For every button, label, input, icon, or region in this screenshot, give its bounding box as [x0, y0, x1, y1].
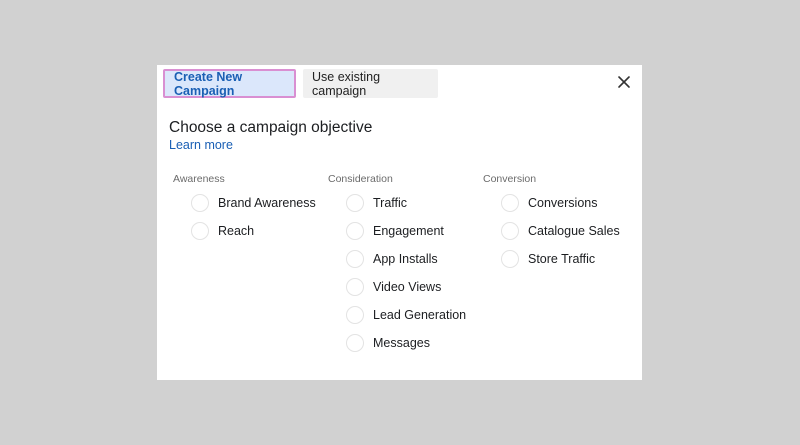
column-heading-consideration: Consideration: [328, 173, 393, 185]
column-conversion: Conversion Conversions Catalogue Sales S…: [480, 173, 620, 273]
option-label: Messages: [373, 336, 430, 350]
radio-button[interactable]: [501, 250, 519, 268]
radio-button[interactable]: [346, 278, 364, 296]
column-heading-awareness: Awareness: [173, 173, 225, 185]
option-engagement[interactable]: Engagement: [325, 217, 466, 245]
radio-button[interactable]: [346, 222, 364, 240]
option-lead-generation[interactable]: Lead Generation: [325, 301, 466, 329]
option-label: Brand Awareness: [218, 196, 316, 210]
radio-button[interactable]: [346, 334, 364, 352]
option-brand-awareness[interactable]: Brand Awareness: [170, 189, 316, 217]
option-app-installs[interactable]: App Installs: [325, 245, 466, 273]
option-label: Traffic: [373, 196, 408, 210]
column-consideration: Consideration Traffic Engagement App Ins…: [325, 173, 466, 357]
dialog-title: Choose a campaign objective: [169, 119, 373, 136]
option-label: Catalogue Sales: [528, 224, 620, 238]
option-catalogue-sales[interactable]: Catalogue Sales: [480, 217, 620, 245]
campaign-tabs: Create New Campaign Use existing campaig…: [163, 69, 438, 98]
learn-more-link[interactable]: Learn more: [169, 138, 233, 152]
option-label: Conversions: [528, 196, 598, 210]
radio-button[interactable]: [191, 222, 209, 240]
option-conversions[interactable]: Conversions: [480, 189, 620, 217]
option-label: Store Traffic: [528, 252, 596, 266]
option-label: App Installs: [373, 252, 438, 266]
option-video-views[interactable]: Video Views: [325, 273, 466, 301]
radio-button[interactable]: [501, 222, 519, 240]
option-label: Reach: [218, 224, 255, 238]
option-label: Video Views: [373, 280, 442, 294]
option-messages[interactable]: Messages: [325, 329, 466, 357]
column-awareness: Awareness Brand Awareness Reach: [170, 173, 316, 245]
option-store-traffic[interactable]: Store Traffic: [480, 245, 620, 273]
option-label: Engagement: [373, 224, 444, 238]
column-heading-conversion: Conversion: [483, 173, 537, 185]
radio-button[interactable]: [346, 194, 364, 212]
tab-use-existing-campaign[interactable]: Use existing campaign: [303, 69, 438, 98]
radio-button[interactable]: [191, 194, 209, 212]
option-traffic[interactable]: Traffic: [325, 189, 466, 217]
close-icon[interactable]: [616, 74, 632, 90]
tab-create-new-campaign[interactable]: Create New Campaign: [163, 69, 296, 98]
radio-button[interactable]: [346, 306, 364, 324]
radio-button[interactable]: [501, 194, 519, 212]
option-label: Lead Generation: [373, 308, 467, 322]
radio-button[interactable]: [346, 250, 364, 268]
option-reach[interactable]: Reach: [170, 217, 316, 245]
campaign-objective-dialog: Create New Campaign Use existing campaig…: [157, 65, 642, 380]
